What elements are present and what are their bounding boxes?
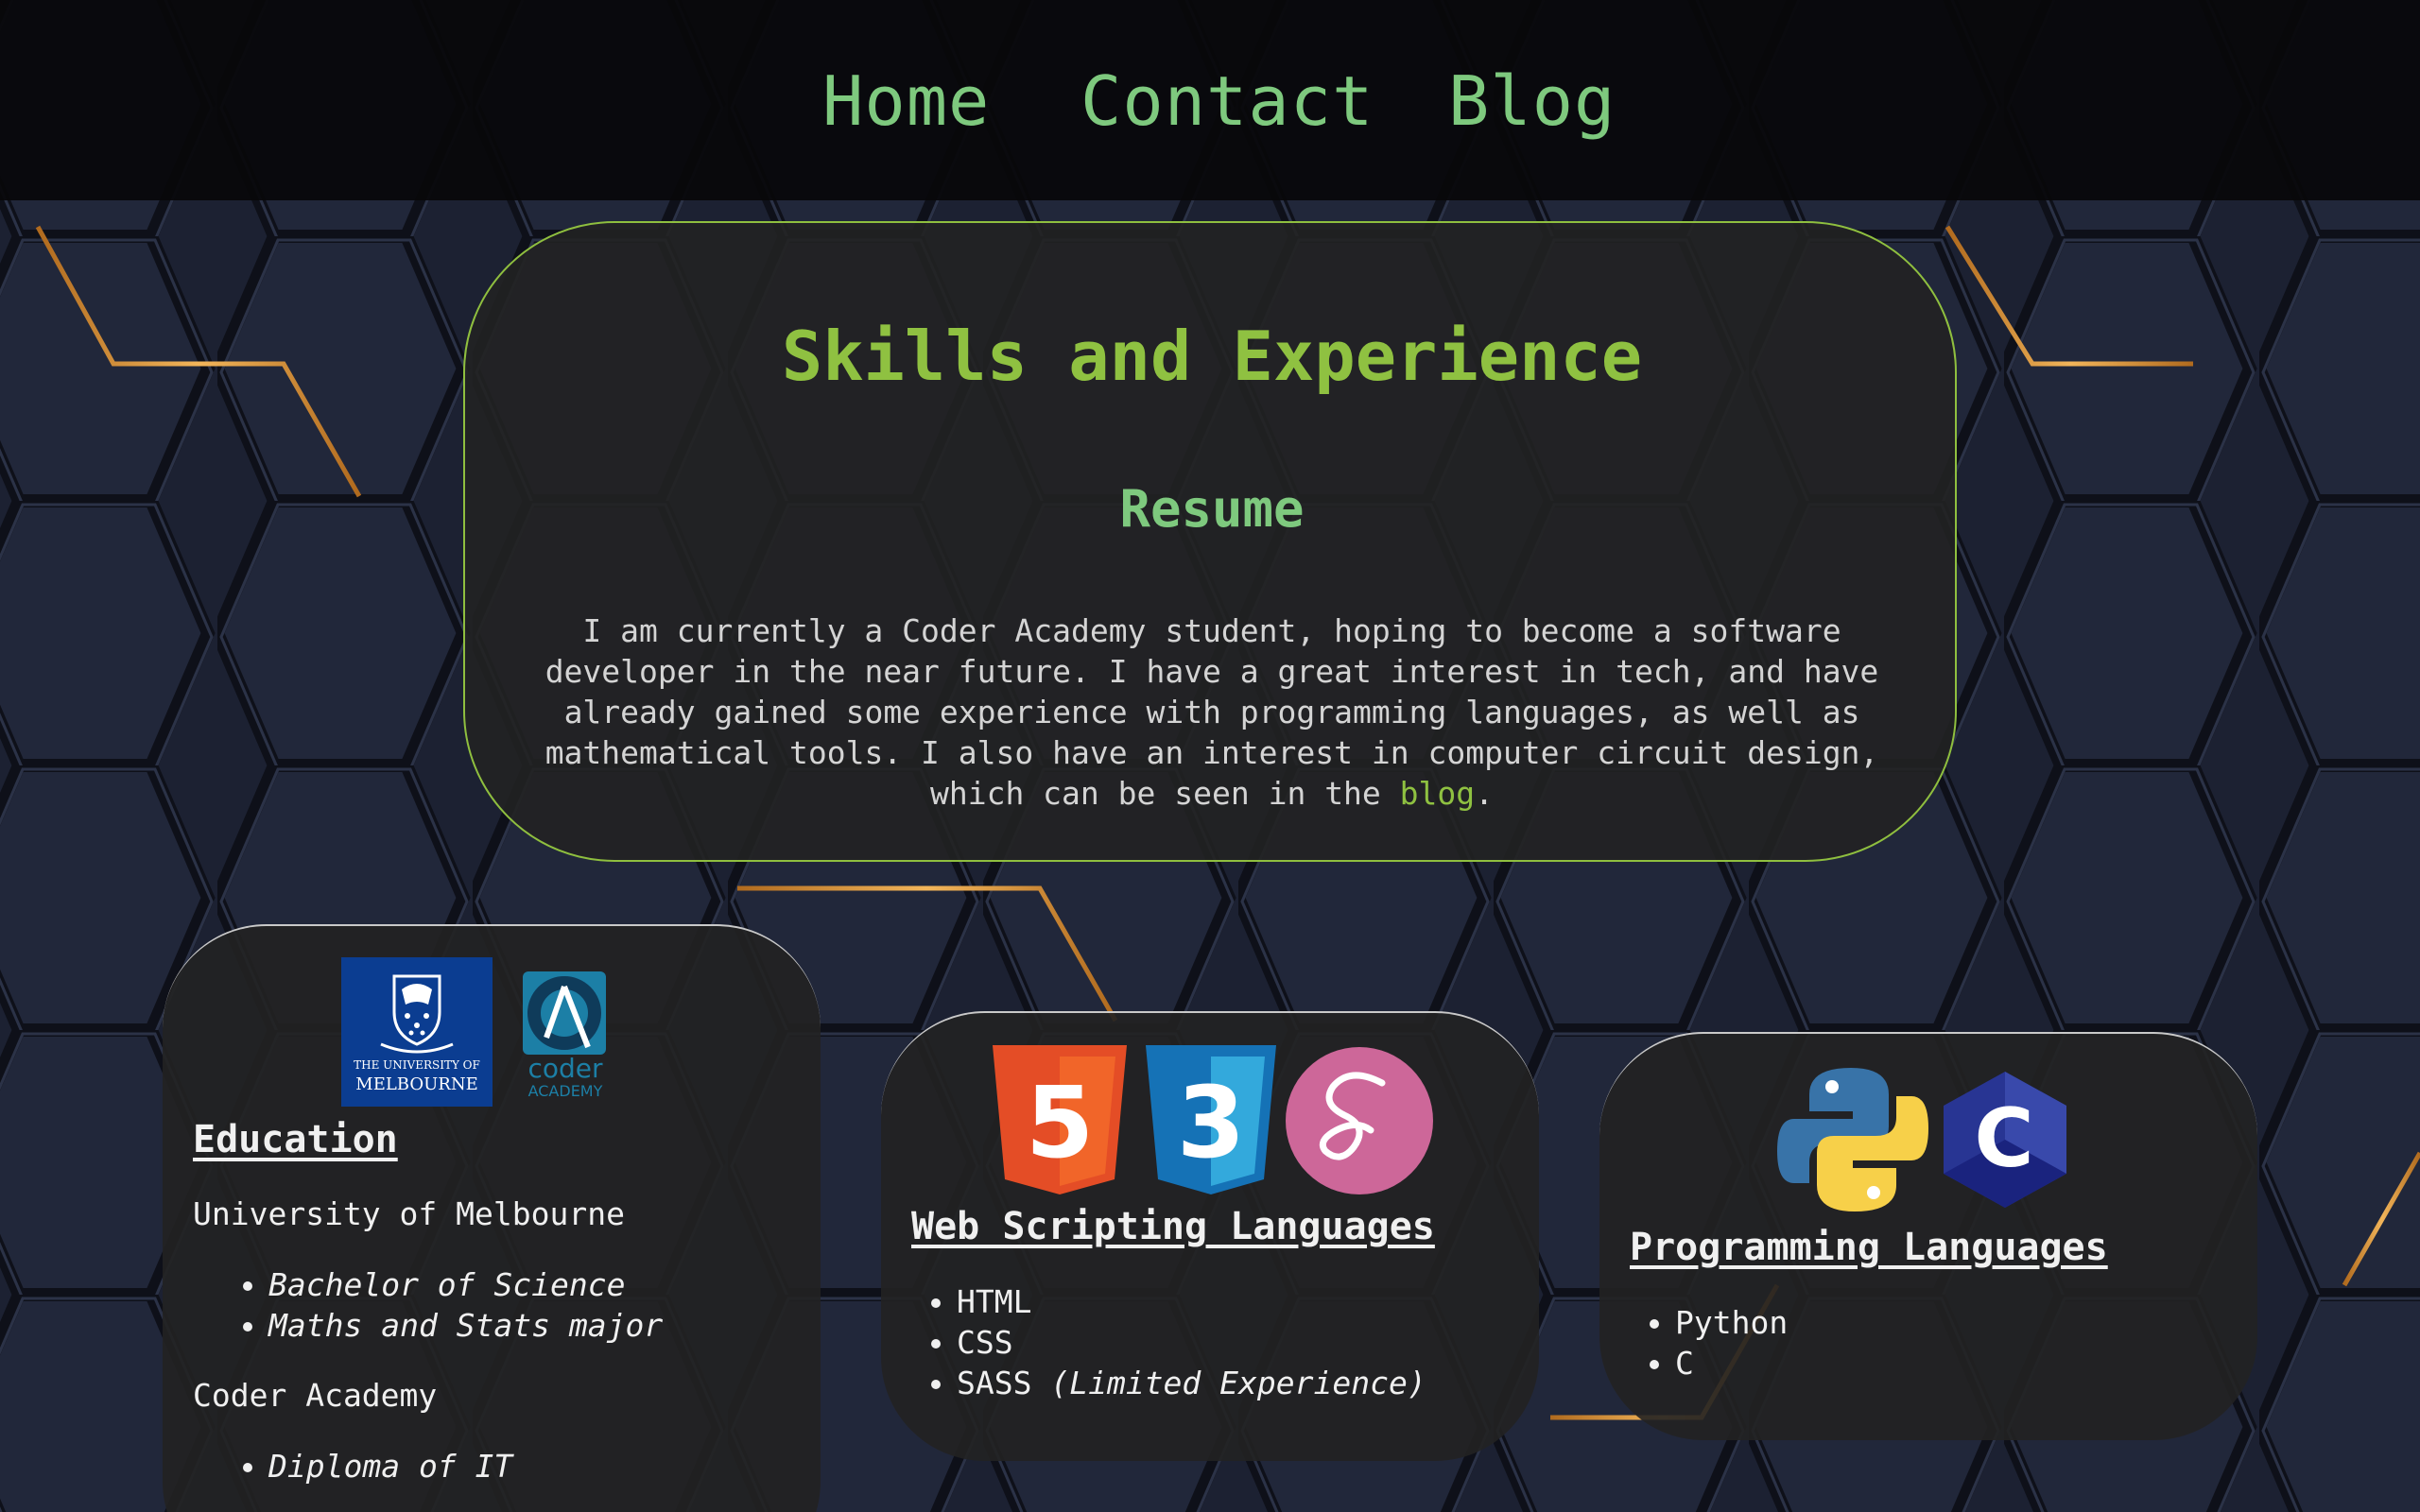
skills-card: Skills and Experience Resume I am curren… — [463, 221, 1957, 862]
web-languages-list: HTML CSS SASS (Limited Experience) — [925, 1281, 1426, 1403]
page-title: Skills and Experience — [781, 317, 1643, 396]
programming-heading: Programming Languages — [1630, 1226, 2108, 1269]
sass-label: SASS — [957, 1365, 1051, 1401]
nav-link-blog[interactable]: Blog — [1448, 59, 1616, 144]
c-language-icon: C — [1944, 1072, 2066, 1208]
python-icon — [1777, 1068, 1928, 1211]
web-scripting-card: 5 3 Web Scripting Languages HTML CSS SAS… — [881, 1011, 1539, 1461]
list-item: C — [1675, 1343, 1788, 1383]
css3-badge: 3 — [1177, 1065, 1245, 1180]
html5-icon: 5 — [993, 1045, 1127, 1194]
school-name-coder-academy: Coder Academy — [193, 1377, 438, 1414]
list-item: Python — [1675, 1302, 1788, 1343]
education-heading: Education — [193, 1118, 398, 1161]
programming-languages-list: Python C — [1643, 1302, 1788, 1383]
sass-icon — [1286, 1047, 1433, 1194]
blog-link[interactable]: blog — [1400, 775, 1475, 812]
list-item: HTML — [957, 1281, 1426, 1322]
list-item: Diploma of IT — [268, 1446, 512, 1486]
css3-icon: 3 — [1146, 1045, 1276, 1194]
html5-badge: 5 — [1026, 1065, 1094, 1180]
coder-academy-logo: coder ACADEMY — [523, 971, 606, 1100]
university-of-melbourne-logo: THE UNIVERSITY OF MELBOURNE — [341, 957, 493, 1107]
navbar: Home Contact Blog — [0, 0, 2420, 200]
intro-text: I am currently a Coder Academy student, … — [544, 612, 1879, 812]
melbourne-degree-list: Bachelor of Science Maths and Stats majo… — [236, 1264, 663, 1346]
coder-logo-line2: ACADEMY — [528, 1082, 603, 1100]
coder-academy-degree-list: Diploma of IT — [236, 1446, 512, 1486]
nav-link-contact[interactable]: Contact — [1080, 59, 1374, 144]
intro-end: . — [1475, 775, 1495, 812]
c-badge: C — [1974, 1091, 2033, 1186]
sass-note: (Limited Experience) — [1050, 1365, 1426, 1401]
school-name-melbourne: University of Melbourne — [193, 1195, 625, 1232]
coder-logo-line1: coder — [527, 1053, 603, 1084]
education-card: THE UNIVERSITY OF MELBOURNE coder ACADEM… — [163, 924, 821, 1512]
list-item: CSS — [957, 1322, 1426, 1363]
web-scripting-heading: Web Scripting Languages — [911, 1205, 1435, 1248]
uni-logo-line1: THE UNIVERSITY OF — [354, 1058, 480, 1072]
programming-card: C Programming Languages Python C — [1599, 1032, 2257, 1440]
resume-heading: Resume — [1119, 479, 1305, 539]
intro-paragraph: I am currently a Coder Academy student, … — [510, 610, 1913, 814]
list-item: SASS (Limited Experience) — [957, 1363, 1426, 1403]
list-item: Bachelor of Science — [268, 1264, 663, 1305]
nav-link-home[interactable]: Home — [822, 59, 990, 144]
list-item: Maths and Stats major — [268, 1305, 663, 1346]
uni-logo-line2: MELBOURNE — [355, 1074, 477, 1094]
